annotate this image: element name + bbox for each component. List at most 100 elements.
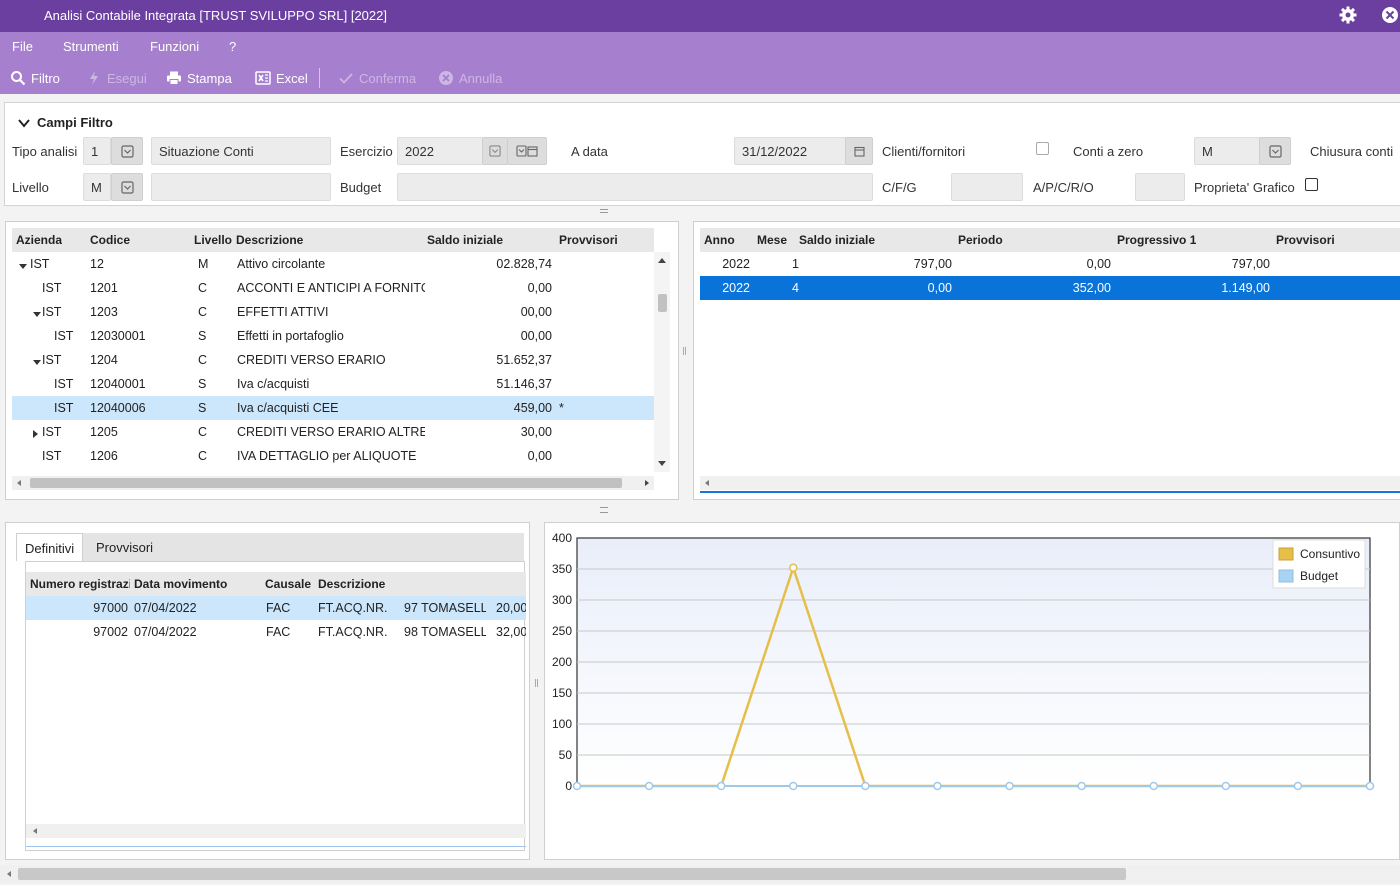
movements-horizontal-scrollbar[interactable] <box>26 824 526 838</box>
data-point[interactable] <box>644 781 654 791</box>
col-progressivo[interactable]: Progressivo 1 <box>1117 233 1196 247</box>
proprieta-grafico-checkbox[interactable] <box>1305 178 1318 191</box>
col-saldo-iniziale[interactable]: Saldo iniziale <box>799 233 875 247</box>
filtro-button[interactable]: Filtro <box>10 69 60 87</box>
esercizio-calendar-button[interactable] <box>507 137 547 165</box>
col-saldo-iniziale[interactable]: Saldo iniziale <box>427 233 503 247</box>
expand-down-icon[interactable] <box>32 308 42 318</box>
table-row[interactable]: IST 1205 C CREDITI VERSO ERARIO ALTRE AL 30,… <box>12 420 654 444</box>
tipo-analisi-input[interactable]: 1 <box>83 137 111 165</box>
conferma-button[interactable]: Conferma <box>338 69 416 87</box>
table-row[interactable]: IST 12030001 S Effetti in portafoglio 00,00 <box>12 324 654 348</box>
scrollbar-thumb[interactable] <box>30 478 622 488</box>
livello-input[interactable]: M <box>83 173 111 201</box>
splitter-grip[interactable] <box>600 507 608 513</box>
data-point[interactable] <box>861 781 870 791</box>
esercizio-lookup-button[interactable] <box>482 137 508 165</box>
table-row[interactable]: IST 1206 C IVA DETTAGLIO per ALIQUOTE 0,00 <box>12 444 654 468</box>
data-point[interactable] <box>789 781 798 791</box>
table-row[interactable]: IST 1201 C ACCONTI E ANTICIPI A FORNITOF 0,0… <box>12 276 654 300</box>
data-point[interactable] <box>1005 781 1014 791</box>
col-provvisori[interactable]: Provvisori <box>1276 233 1335 247</box>
table-row[interactable]: 2022 1 797,00 0,00 797,00 <box>700 252 1400 276</box>
data-point[interactable] <box>1149 781 1158 791</box>
scroll-left-icon[interactable] <box>704 479 710 487</box>
cfg-input[interactable] <box>951 173 1023 201</box>
col-periodo[interactable]: Periodo <box>958 233 1003 247</box>
table-row[interactable]: IST 12 M Attivo circolante 02.828,74 <box>12 252 654 276</box>
data-point[interactable] <box>1293 781 1303 791</box>
data-point[interactable] <box>1077 781 1086 791</box>
scroll-up-icon[interactable] <box>657 256 667 264</box>
clienti-fornitori-label: Clienti/fornitori <box>882 144 966 159</box>
excel-button[interactable]: Excel <box>255 69 308 87</box>
table-row[interactable]: 2022 4 0,00 352,00 1.149,00 1 <box>700 276 1400 300</box>
data-point[interactable] <box>1365 781 1375 791</box>
scrollbar-thumb[interactable] <box>658 294 667 312</box>
table-row[interactable]: IST 1203 C EFFETTI ATTIVI 00,00 <box>12 300 654 324</box>
scrollbar-thumb[interactable] <box>18 868 1126 880</box>
scroll-left-icon[interactable] <box>32 827 38 835</box>
data-point[interactable] <box>933 781 942 791</box>
annulla-button[interactable]: Annulla <box>438 69 502 87</box>
scroll-left-icon[interactable] <box>16 479 22 487</box>
col-livello[interactable]: Livello <box>194 233 232 247</box>
clienti-fornitori-checkbox[interactable] <box>1036 142 1049 155</box>
cell-desc2: 98 TOMASELLI <box>404 625 486 639</box>
expand-right-icon[interactable] <box>32 428 42 438</box>
accounts-vertical-scrollbar[interactable] <box>654 252 670 472</box>
close-icon[interactable] <box>1380 5 1400 25</box>
col-numero-registrazione[interactable]: Numero registrazi <box>30 577 130 591</box>
expand-down-icon[interactable] <box>18 260 28 270</box>
col-provvisori[interactable]: Provvisori <box>559 233 618 247</box>
col-data-movimento[interactable]: Data movimento <box>134 577 227 591</box>
esercizio-input[interactable]: 2022 <box>397 137 483 165</box>
col-anno[interactable]: Anno <box>704 233 735 247</box>
scroll-down-icon[interactable] <box>657 460 667 468</box>
splitter-grip[interactable] <box>683 347 686 355</box>
splitter-grip[interactable] <box>535 679 538 687</box>
accounts-horizontal-scrollbar[interactable] <box>12 476 654 490</box>
gear-icon[interactable] <box>1338 5 1358 25</box>
periods-horizontal-scrollbar[interactable] <box>700 476 1400 490</box>
splitter-grip[interactable] <box>600 209 608 213</box>
col-descrizione[interactable]: Descrizione <box>236 233 303 247</box>
col-mese[interactable]: Mese <box>757 233 787 247</box>
data-point[interactable] <box>789 563 798 573</box>
table-row[interactable]: 97002 07/04/2022 FAC FT.ACQ.NR. 98 TOMASELLI… <box>26 620 526 644</box>
budget-input[interactable] <box>397 173 873 201</box>
table-row[interactable]: IST 12040001 S Iva c/acquisti 51.146,37 <box>12 372 654 396</box>
window-horizontal-scrollbar[interactable] <box>0 865 1400 883</box>
conti-a-zero-input[interactable]: M <box>1194 137 1260 165</box>
cell-importo: 20,00 <box>496 601 526 615</box>
filter-header[interactable]: Campi Filtro <box>17 115 113 130</box>
tab-definitivi[interactable]: Definitivi <box>16 533 84 561</box>
col-descrizione[interactable]: Descrizione <box>318 577 385 591</box>
menu-help[interactable]: ? <box>229 39 236 54</box>
apcro-input[interactable] <box>1135 173 1185 201</box>
menu-funzioni[interactable]: Funzioni <box>150 39 199 54</box>
table-row[interactable]: IST 12040006 S Iva c/acquisti CEE 459,00 * <box>12 396 654 420</box>
data-point[interactable] <box>1221 781 1231 791</box>
scroll-right-icon[interactable] <box>644 479 650 487</box>
tipo-analisi-lookup-button[interactable] <box>111 137 143 165</box>
esegui-button[interactable]: Esegui <box>86 69 147 87</box>
annulla-label: Annulla <box>459 70 503 86</box>
menu-file[interactable]: File <box>12 39 33 54</box>
livello-lookup-button[interactable] <box>111 173 143 201</box>
col-azienda[interactable]: Azienda <box>16 233 62 247</box>
data-point[interactable] <box>716 781 726 791</box>
stampa-button[interactable]: Stampa <box>166 69 232 87</box>
scroll-left-icon[interactable] <box>6 870 12 878</box>
col-codice[interactable]: Codice <box>90 233 130 247</box>
a-data-input[interactable]: 31/12/2022 <box>734 137 846 165</box>
a-data-calendar-button[interactable] <box>845 137 873 165</box>
table-row[interactable]: 97000 07/04/2022 FAC FT.ACQ.NR. 97 TOMASELLI… <box>26 596 526 620</box>
col-causale[interactable]: Causale <box>265 577 311 591</box>
conti-a-zero-lookup-button[interactable] <box>1259 137 1291 165</box>
table-row[interactable]: IST 1204 C CREDITI VERSO ERARIO 51.652,37 <box>12 348 654 372</box>
expand-down-icon[interactable] <box>32 356 42 366</box>
menu-strumenti[interactable]: Strumenti <box>63 39 119 54</box>
tab-provvisori[interactable]: Provvisori <box>88 533 161 561</box>
data-point[interactable] <box>572 781 582 791</box>
